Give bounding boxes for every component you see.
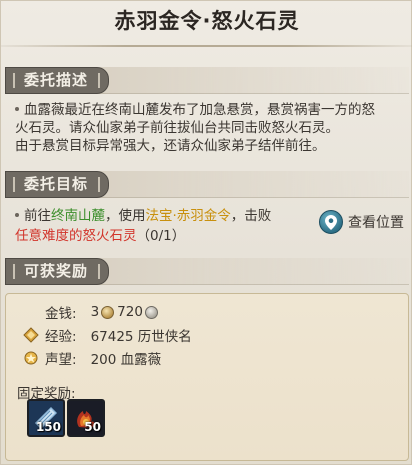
objective-location-link[interactable]: 终南山麓 bbox=[51, 208, 105, 224]
reward-item-slot[interactable]: 50 bbox=[67, 399, 105, 437]
bullet-icon bbox=[15, 212, 19, 217]
quest-description: 血露薇最近在终南山麓发布了加急悬赏，悬赏祸害一方的怒 火石灵。请众仙家弟子前往拔… bbox=[15, 101, 405, 155]
tab-ornament-icon bbox=[13, 73, 15, 88]
description-line: 血露薇最近在终南山麓发布了加急悬赏，悬赏祸害一方的怒 bbox=[15, 101, 405, 119]
map-pin-icon bbox=[319, 210, 343, 234]
section-label-rewards: 可获奖励 bbox=[24, 262, 89, 280]
tab-ornament-icon bbox=[98, 264, 100, 279]
objective-line: 前往终南山麓，使用法宝·赤羽金令，击败 bbox=[15, 206, 325, 226]
section-label-objective: 委托目标 bbox=[24, 175, 89, 193]
bullet-icon bbox=[15, 106, 19, 111]
view-location-button[interactable]: 查看位置 bbox=[319, 208, 411, 236]
experience-icon bbox=[23, 327, 39, 343]
description-line: 由于悬赏目标异常强大，还请众仙家弟子结伴前往。 bbox=[15, 138, 326, 154]
objective-item-type: 法宝 bbox=[145, 208, 173, 224]
objective-item-link[interactable]: 赤羽金令 bbox=[177, 208, 231, 224]
quest-panel: 赤羽金令·怒火石灵 委托描述 血露薇最近在终南山麓发布了加急悬赏，悬赏祸害一方的… bbox=[0, 0, 412, 465]
section-header-description: 委托描述 bbox=[5, 67, 409, 94]
section-tab-objective: 委托目标 bbox=[5, 171, 109, 198]
money-label: 金钱: bbox=[45, 306, 77, 322]
title-divider bbox=[1, 45, 412, 47]
silver-coin-icon bbox=[144, 305, 158, 319]
description-line: 火石灵。请众仙家弟子前往拔仙台共同击败怒火石灵。 bbox=[15, 120, 339, 136]
section-tab-rewards: 可获奖励 bbox=[5, 258, 109, 285]
section-tab-description: 委托描述 bbox=[5, 67, 109, 94]
quest-objective: 前往终南山麓，使用法宝·赤羽金令，击败 任意难度的怒火石灵（0/1） bbox=[15, 206, 325, 246]
prestige-icon bbox=[23, 350, 39, 366]
tab-ornament-icon bbox=[13, 177, 15, 192]
reward-exp-row: 经验: 67425 历世侠名 bbox=[23, 325, 192, 345]
prestige-value: 200 血露薇 bbox=[90, 352, 162, 368]
objective-progress: （0/1） bbox=[136, 228, 186, 244]
prestige-label: 声望: bbox=[45, 352, 77, 368]
section-label-description: 委托描述 bbox=[24, 71, 89, 89]
objective-line: 任意难度的怒火石灵（0/1） bbox=[15, 226, 325, 246]
section-header-objective: 委托目标 bbox=[5, 171, 409, 198]
reward-prestige-row: 声望: 200 血露薇 bbox=[23, 348, 161, 368]
reward-item-slot[interactable]: 150 bbox=[27, 399, 65, 437]
quest-title: 赤羽金令·怒火石灵 bbox=[114, 9, 300, 33]
tab-ornament-icon bbox=[13, 264, 15, 279]
tab-ornament-icon bbox=[98, 73, 100, 88]
tab-ornament-icon bbox=[98, 177, 100, 192]
money-gold-value: 3 bbox=[90, 304, 100, 320]
exp-label: 经验: bbox=[45, 329, 77, 345]
exp-value: 67425 历世侠名 bbox=[90, 329, 192, 345]
item-count: 150 bbox=[35, 420, 61, 434]
view-location-label: 查看位置 bbox=[348, 215, 404, 231]
money-silver-value: 720 bbox=[117, 304, 143, 320]
section-header-rewards: 可获奖励 bbox=[5, 258, 409, 285]
gold-coin-icon bbox=[101, 305, 115, 319]
objective-target-link[interactable]: 任意难度的怒火石灵 bbox=[15, 228, 137, 244]
item-count: 50 bbox=[84, 420, 101, 434]
reward-money-row: 金钱: 3 720 bbox=[45, 302, 161, 322]
